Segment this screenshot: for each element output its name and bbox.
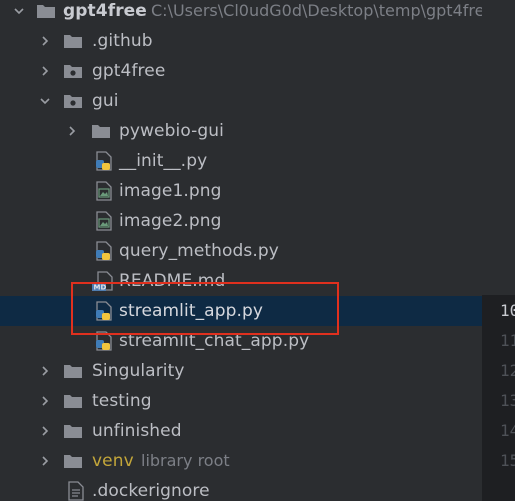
tree-item-label: Singularity [92, 361, 185, 381]
tree-row-gui[interactable]: gui [0, 86, 482, 116]
tree-item-label: venv [92, 451, 134, 471]
gutter-top-area [482, 0, 515, 295]
tree-item-label: image2.png [119, 211, 222, 231]
chevron-right-icon[interactable] [63, 116, 81, 146]
tree-item-label: pywebio-gui [119, 121, 224, 141]
chevron-down-icon[interactable] [36, 86, 54, 116]
tree-item-label: image1.png [119, 181, 222, 201]
chevron-right-icon[interactable] [36, 416, 54, 446]
tree-item-label: testing [92, 391, 152, 411]
tree-item-label: query_methods.py [119, 241, 279, 261]
chevron-right-icon[interactable] [36, 56, 54, 86]
svg-text:MD: MD [94, 284, 107, 292]
python-file-icon [94, 241, 114, 261]
tree-row-singularity[interactable]: Singularity [0, 356, 482, 386]
project-tree: gpt4free C:\Users\Cl0udG0d\Desktop\temp\… [0, 0, 482, 501]
python-file-icon [94, 151, 114, 171]
python-file-icon [94, 301, 114, 321]
tree-row-streamlit-chat-app[interactable]: streamlit_chat_app.py [0, 326, 482, 356]
tree-row-root[interactable]: gpt4free C:\Users\Cl0udG0d\Desktop\temp\… [0, 0, 482, 26]
line-number: 15 [500, 451, 515, 470]
line-number: 11 [500, 331, 515, 350]
tree-row-readme[interactable]: MD README.md [0, 266, 482, 296]
tree-item-label: gpt4free [92, 61, 166, 81]
tree-item-label: __init__.py [119, 151, 208, 171]
python-file-icon [94, 331, 114, 351]
folder-icon [36, 1, 56, 21]
editor-gutter: 10 11 12 13 14 15 [482, 0, 515, 501]
root-folder-name: gpt4free [63, 1, 147, 21]
module-folder-icon [63, 91, 83, 111]
markdown-file-icon: MD [92, 271, 113, 292]
tree-row-query-methods[interactable]: query_methods.py [0, 236, 482, 266]
tree-row-dockerignore[interactable]: .dockerignore [0, 476, 482, 501]
tree-row-streamlit-app[interactable]: streamlit_app.py [0, 296, 482, 326]
module-folder-icon [63, 61, 83, 81]
tree-row-gpt4free[interactable]: gpt4free [0, 56, 482, 86]
tree-item-label: unfinished [92, 421, 182, 441]
tree-item-label: .dockerignore [92, 481, 210, 501]
line-number: 12 [500, 361, 515, 380]
tree-row-github[interactable]: .github [0, 26, 482, 56]
library-root-hint: library root [141, 451, 230, 470]
tree-row-unfinished[interactable]: unfinished [0, 416, 482, 446]
folder-icon [63, 391, 83, 411]
tree-row-venv[interactable]: venv library root [0, 446, 482, 476]
chevron-right-icon[interactable] [36, 446, 54, 476]
tree-row-pywebio-gui[interactable]: pywebio-gui [0, 116, 482, 146]
line-number: 10 [500, 301, 515, 320]
chevron-right-icon[interactable] [36, 386, 54, 416]
folder-icon [63, 451, 83, 471]
tree-item-label: README.md [119, 271, 226, 291]
ignore-file-icon [66, 481, 86, 501]
folder-icon [63, 31, 83, 51]
tree-item-label: streamlit_app.py [119, 301, 264, 321]
root-folder-path: C:\Users\Cl0udG0d\Desktop\temp\gpt4free [151, 1, 482, 20]
image-file-icon [94, 211, 114, 231]
tree-row-init-py[interactable]: __init__.py [0, 146, 482, 176]
folder-icon [63, 421, 83, 441]
tree-row-testing[interactable]: testing [0, 386, 482, 416]
folder-icon [63, 361, 83, 381]
image-file-icon [94, 181, 114, 201]
tree-row-image1[interactable]: image1.png [0, 176, 482, 206]
chevron-right-icon[interactable] [36, 356, 54, 386]
tree-row-image2[interactable]: image2.png [0, 206, 482, 236]
chevron-right-icon[interactable] [36, 26, 54, 56]
tree-item-label: .github [92, 31, 153, 51]
folder-icon [91, 121, 111, 141]
line-number: 13 [500, 391, 515, 410]
line-number: 14 [500, 421, 515, 440]
tree-item-label: streamlit_chat_app.py [119, 331, 310, 351]
tree-item-label: gui [92, 91, 119, 111]
chevron-down-icon[interactable] [10, 0, 28, 26]
